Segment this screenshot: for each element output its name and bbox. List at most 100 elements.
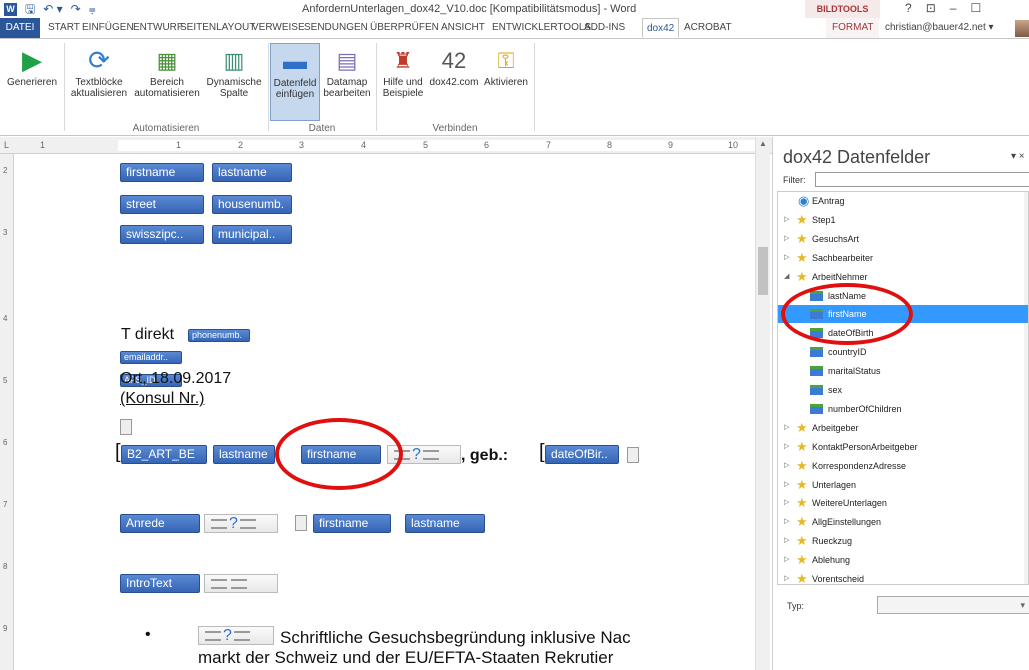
lighthouse-icon: ♜ (393, 47, 413, 73)
bereich-automatisieren-button[interactable]: ▦ Bereich automatisieren (134, 43, 200, 99)
avatar[interactable] (1015, 20, 1029, 37)
expand-icon[interactable]: ▷ (784, 551, 789, 569)
tab-datei[interactable]: DATEI (0, 18, 40, 38)
field-housenumb[interactable]: housenumb. (212, 195, 292, 214)
generieren-button[interactable]: ▶ Generieren (4, 43, 60, 89)
dynamische-spalte-button[interactable]: ▥ Dynamische Spalte (203, 43, 265, 99)
tab-sendungen[interactable]: SENDUNGEN (304, 22, 368, 33)
undo-icon[interactable]: ↶ ▾ (43, 1, 62, 17)
field-municipal[interactable]: municipal.. (212, 225, 292, 244)
field-introtext[interactable]: IntroText (120, 574, 200, 593)
expand-icon[interactable]: ▷ (784, 570, 789, 584)
expand-icon[interactable]: ▷ (784, 438, 789, 456)
tree-node[interactable]: maritalStatus (778, 362, 1028, 380)
maximize-button[interactable]: ☐ (970, 1, 981, 15)
tree-node[interactable]: ◉ EAntrag (778, 192, 1028, 210)
tree-node[interactable]: ▷ ★ AllgEinstellungen (778, 513, 1028, 531)
field-dateofbir[interactable]: dateOfBir.. (545, 445, 619, 464)
tab-acrobat[interactable]: ACROBAT (684, 22, 732, 33)
tree-node[interactable]: sex (778, 381, 1028, 399)
field-lastname-2[interactable]: lastname (213, 445, 275, 464)
tab-format[interactable]: FORMAT (826, 18, 880, 38)
textbloecke-aktualisieren-button[interactable]: ⟳ Textblöcke aktualisieren (66, 43, 132, 100)
tree-node[interactable]: ▷ ★ Step1 (778, 211, 1028, 229)
datenfeld-einfuegen-button[interactable]: ▬ Datenfeld einfügen (270, 43, 320, 121)
save-icon[interactable]: 🖫 (25, 1, 35, 17)
horizontal-ruler[interactable]: L 1 1 2 3 4 5 6 7 8 9 10 (0, 137, 775, 154)
tab-selector[interactable]: L (4, 140, 9, 150)
tab-seitenlayout[interactable]: SEITENLAYOUT (180, 22, 255, 33)
minimize-button[interactable]: – (950, 1, 957, 15)
field-emailaddr[interactable]: emailaddr.. (120, 351, 182, 364)
field-b2-art[interactable]: B2_ART_BE (121, 445, 207, 464)
data-field-tree[interactable]: ◉ EAntrag ▷ ★ Step1 ▷ ★ GesuchsArt ▷ ★ Sachbearbei… (777, 191, 1029, 585)
tree-node[interactable]: ▷ ★ GesuchsArt (778, 230, 1028, 248)
field-firstname[interactable]: firstname (120, 163, 204, 182)
text-t-direkt: T direkt (121, 326, 175, 343)
expand-icon[interactable]: ▷ (784, 476, 789, 494)
tree-node[interactable]: ▷ ★ Ablehung (778, 551, 1028, 569)
field-phonenumb[interactable]: phonenumb. (188, 329, 250, 342)
tree-node[interactable]: ▷ ★ Arbeitgeber (778, 419, 1028, 437)
tree-node[interactable]: countryID (778, 343, 1028, 361)
refresh-icon: ⟳ (88, 44, 110, 75)
tab-verweise[interactable]: VERWEISE (252, 22, 305, 33)
tree-node[interactable]: ▷ ★ Sachbearbeiter (778, 249, 1028, 267)
help-button[interactable]: ? (905, 1, 912, 15)
dox42com-button[interactable]: 42 dox42.com (428, 43, 480, 88)
field-street[interactable]: street (120, 195, 204, 214)
tab-ansicht[interactable]: ANSICHT (441, 22, 485, 33)
expand-icon[interactable]: ▷ (784, 457, 789, 475)
tab-start[interactable]: START (48, 22, 80, 33)
textblock-link-placeholder[interactable] (204, 574, 278, 593)
tab-dox42[interactable]: dox42 (642, 18, 680, 38)
paragraph-line-2: markt der Schweiz und der EU/EFTA-Staate… (198, 648, 614, 667)
tree-node[interactable]: ▷ ★ WeitereUnterlagen (778, 494, 1028, 512)
tree-node[interactable]: ▷ ★ Unterlagen (778, 476, 1028, 494)
scroll-up-icon[interactable]: ▲ (759, 139, 767, 148)
field-firstname-3[interactable]: firstname (313, 514, 391, 533)
expand-icon[interactable]: ▷ (784, 513, 789, 531)
group-separator (376, 43, 377, 131)
placeholder-block[interactable]: ? (198, 626, 274, 645)
tree-node[interactable]: ▷ ★ KorrespondenzAdresse (778, 457, 1028, 475)
collapse-icon[interactable]: ◢ (784, 268, 789, 286)
scroll-thumb[interactable] (758, 247, 768, 295)
ribbon-display-button[interactable]: ⊡ (926, 1, 936, 15)
field-anrede[interactable]: Anrede (120, 514, 200, 533)
context-tools-label: BILDTOOLS (805, 0, 880, 18)
customize-qat-icon[interactable]: ⩦ (89, 1, 96, 17)
tree-node[interactable]: ◢ ★ ArbeitNehmer (778, 268, 1028, 286)
document-page[interactable]: firstname lastname street housenumb. swi… (15, 154, 755, 670)
tree-node[interactable]: numberOfChildren (778, 400, 1028, 418)
field-lastname-3[interactable]: lastname (405, 514, 485, 533)
document-scrollbar[interactable]: ▲ (755, 137, 770, 670)
field-lastname[interactable]: lastname (212, 163, 292, 182)
tab-einfuegen[interactable]: EINFÜGEN (82, 22, 134, 33)
expand-icon[interactable]: ▷ (784, 230, 789, 248)
tree-node[interactable]: ▷ ★ Rueckzug (778, 532, 1028, 550)
tab-ueberpruefen[interactable]: ÜBERPRÜFEN (370, 22, 439, 33)
expand-icon[interactable]: ▷ (784, 211, 789, 229)
expand-icon[interactable]: ▷ (784, 532, 789, 550)
expand-icon[interactable]: ▷ (784, 494, 789, 512)
ruler-number: 10 (728, 140, 739, 150)
tree-node-label: Ablehung (812, 555, 851, 566)
account-name[interactable]: christian@bauer42.net ▾ (885, 22, 994, 33)
aktivieren-button[interactable]: ⚿ Aktivieren (482, 43, 530, 88)
tree-node[interactable]: ▷ ★ Vorentscheid (778, 570, 1028, 584)
filter-input[interactable] (815, 172, 1029, 187)
pane-options-close[interactable]: ▾ × (1011, 151, 1025, 162)
expand-icon[interactable]: ▷ (784, 419, 789, 437)
field-swisszipc[interactable]: swisszipc.. (120, 225, 204, 244)
redo-icon[interactable]: ↷ (71, 1, 81, 17)
expand-icon[interactable]: ▷ (784, 249, 789, 267)
tree-node[interactable]: ▷ ★ KontaktPersonArbeitgeber (778, 438, 1028, 456)
hilfe-beispiele-button[interactable]: ♜ Hilfe und Beispiele (380, 43, 426, 99)
tab-entwurf[interactable]: ENTWURF (133, 22, 183, 33)
datamap-bearbeiten-button[interactable]: ▤ Datamap bearbeiten (322, 43, 372, 99)
tab-entwicklertools[interactable]: ENTWICKLERTOOLS (492, 22, 591, 33)
typ-select[interactable]: ▾ (877, 596, 1029, 614)
placeholder-block[interactable]: ? (204, 514, 278, 533)
tab-add-ins[interactable]: ADD-INS (584, 22, 625, 33)
